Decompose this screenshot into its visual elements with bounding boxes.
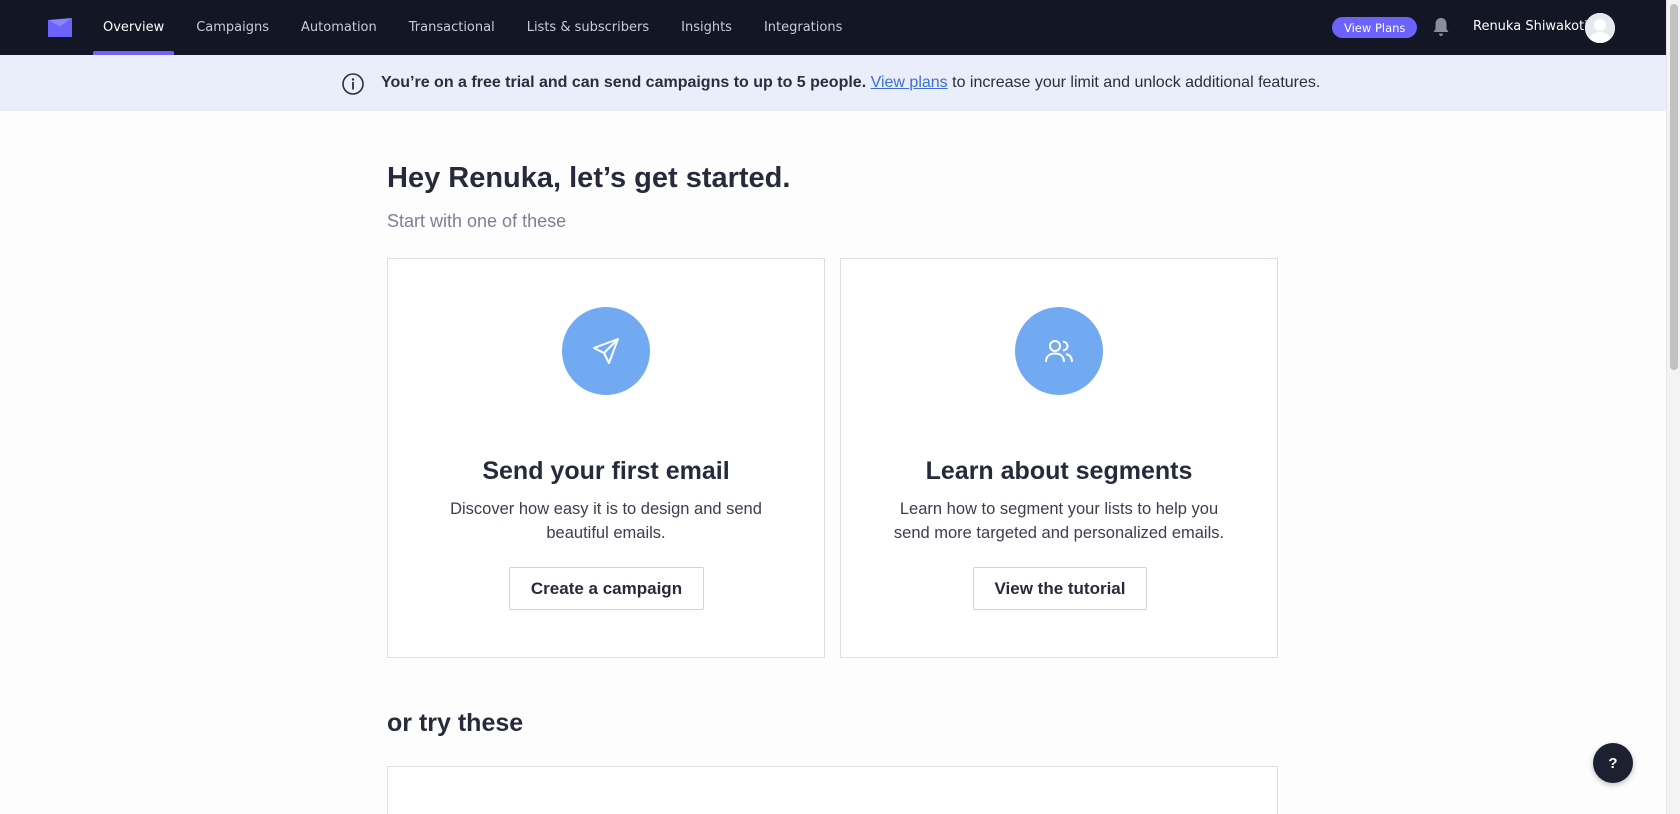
nav-item-automation[interactable]: Automation [291,0,387,55]
vertical-scrollbar[interactable] [1666,0,1680,814]
view-tutorial-button[interactable]: View the tutorial [973,567,1147,610]
card-icon-circle [562,307,650,395]
nav-item-insights[interactable]: Insights [671,0,742,55]
user-avatar-icon [1585,13,1615,43]
card-title: Learn about segments [925,457,1193,485]
avatar[interactable] [1585,13,1615,43]
nav-item-overview[interactable]: Overview [93,0,175,55]
nav-item-lists-subscribers[interactable]: Lists & subscribers [517,0,659,55]
learn-segments-card: Learn about segments Learn how to segmen… [840,258,1278,658]
info-icon [342,73,364,95]
bell-icon[interactable] [1432,17,1450,37]
top-navigation-bar: Overview Campaigns Automation Transactio… [0,0,1666,55]
users-icon [1045,340,1073,363]
banner-message: You’re on a free trial and can send camp… [381,74,1320,92]
page-subtitle: Start with one of these [387,211,567,231]
nav-item-integrations[interactable]: Integrations [754,0,852,55]
nav-item-transactional[interactable]: Transactional [399,0,505,55]
section-heading-try-these: or try these [387,709,524,737]
banner-rest-text: to increase your limit and unlock additi… [947,74,1321,91]
logo-icon[interactable] [48,18,72,37]
send-first-email-card: Send your first email Discover how easy … [387,258,825,658]
card-title: Send your first email [482,457,730,485]
banner-bold-text: You’re on a free trial and can send camp… [381,74,867,91]
scrollbar-thumb[interactable] [1670,4,1678,370]
card-description: Discover how easy it is to design and se… [450,500,762,542]
help-button[interactable]: ? [1593,743,1633,783]
create-campaign-button[interactable]: Create a campaign [509,567,704,610]
view-plans-button[interactable]: View Plans [1332,17,1418,38]
page-title: Hey Renuka, let’s get started. [387,162,791,194]
card-icon-circle [1015,307,1103,395]
nav-item-campaigns[interactable]: Campaigns [186,0,279,55]
nav-menu: Overview Campaigns Automation Transactio… [93,0,864,55]
user-name[interactable]: Renuka Shiwakoti [1473,19,1588,34]
suggestion-card [387,766,1278,814]
send-icon [593,338,619,364]
view-plans-link[interactable]: View plans [871,74,948,91]
card-description: Learn how to segment your lists to help … [893,500,1225,542]
